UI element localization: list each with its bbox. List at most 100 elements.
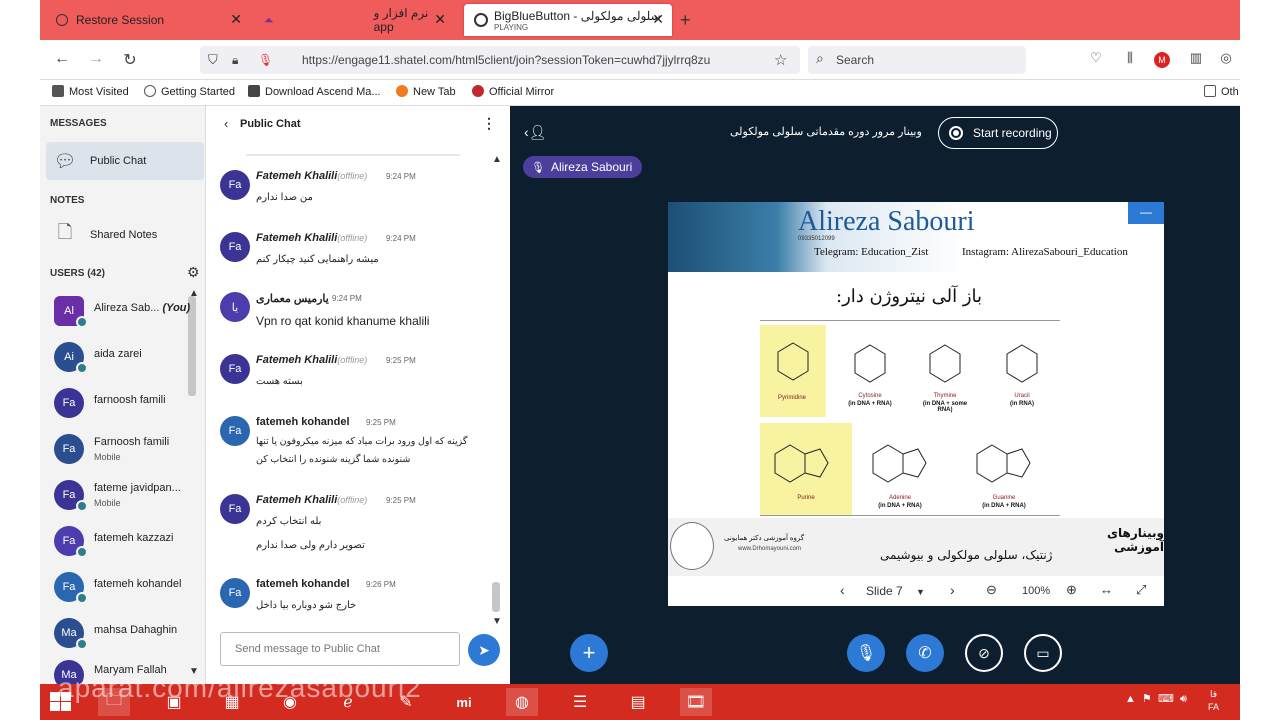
close-tab-icon[interactable]: ✕ [230, 11, 242, 28]
author-name: Fatemeh Khalili [256, 170, 338, 182]
bookmark-most-visited[interactable]: Most Visited [52, 85, 129, 98]
fit-width-icon[interactable]: ↔ [1100, 582, 1113, 597]
minimize-presentation-button[interactable]: — [1128, 202, 1164, 224]
slide-selector[interactable]: Slide 7 ▼ [866, 584, 925, 598]
user-row[interactable]: Ma mahsa Dahaghin [54, 614, 202, 654]
message-author: Fatemeh Khalili(offline) [256, 170, 367, 182]
public-chat-item[interactable]: 💬︎ Public Chat [46, 142, 204, 180]
bookmark-getting-started[interactable]: Getting Started [144, 85, 235, 98]
public-chat-label: Public Chat [90, 155, 147, 167]
audio-status-icon [76, 638, 88, 650]
base-occurrence: (in DNA + RNA) [878, 503, 922, 509]
meeting-title: وبینار مرور دوره مقدماتی سلولی مولکولی [730, 126, 922, 138]
bookmark-label: Most Visited [69, 86, 129, 98]
chat-message-input[interactable]: Send message to Public Chat [220, 632, 460, 666]
user-row[interactable]: Al Alireza Sab... (You) [54, 292, 202, 332]
base-name: Cytosine [858, 393, 882, 399]
xiaomi-icon[interactable]: mi [448, 688, 480, 716]
firefox-taskbar-icon[interactable]: ◍ [506, 688, 538, 716]
avatar: Fa [220, 416, 250, 446]
bookmark-other[interactable]: Oth [1204, 85, 1239, 98]
slide-title: باز آلی نیتروژن دار: [836, 286, 983, 307]
message-text: گزینه که اول ورود برات میاد که میزنه میک… [256, 436, 468, 447]
user-name: fatemeh kohandel [94, 578, 182, 590]
chevron-left-icon[interactable]: ‹ [224, 116, 228, 131]
user-row[interactable]: Fa fatemeh kazzazi [54, 522, 202, 562]
pocket-icon[interactable]: ♡ [1086, 50, 1106, 66]
system-tray-icons[interactable]: ▲ ⚑ ⌨ 🔊︎ [1125, 692, 1187, 706]
notes-heading: NOTES [50, 195, 85, 206]
video-editor-icon[interactable]: 🎞︎ [680, 688, 712, 716]
message-author: fatemeh kohandel [256, 578, 350, 590]
adenine-ring [872, 444, 904, 483]
slide-author-name: Alireza Sabouri [798, 206, 975, 237]
bookmark-official-mirror[interactable]: Official Mirror [472, 85, 554, 98]
guanine-ring-5 [1006, 448, 1031, 478]
tab-app[interactable]: ⏶ نرم افزار و app ✕ [254, 4, 454, 36]
offline-label: (offline) [337, 233, 368, 243]
extension-m-icon[interactable]: M [1154, 52, 1170, 68]
pdf-app-icon[interactable]: ▤ [622, 688, 654, 716]
offline-label: (offline) [337, 355, 368, 365]
more-options-icon[interactable]: ⋮ [482, 115, 496, 132]
users-settings-gear-icon[interactable]: ⚙ [187, 264, 200, 281]
user-row[interactable]: Fa Farnoosh famili Mobile [54, 430, 202, 470]
chat-scroll-down-icon[interactable]: ▼ [492, 616, 502, 627]
chat-message: Fa fatemeh kohandel 9:25 PM گزینه که اول… [220, 416, 490, 480]
mirror-icon [472, 85, 484, 97]
chat-scrollbar[interactable] [492, 582, 500, 612]
user-row[interactable]: Fa fatemeh kohandel [54, 568, 202, 608]
camera-off-icon: ⊘ [978, 644, 990, 661]
audio-status-icon [76, 500, 88, 512]
bookmark-download-ascend[interactable]: Download Ascend Ma... [248, 85, 381, 98]
message-time: 9:25 PM [366, 418, 396, 427]
zoom-in-icon[interactable]: ⊕ [1066, 582, 1077, 598]
presentation-area: ‹👤︎ وبینار مرور دوره مقدماتی سلولی مولکو… [510, 106, 1240, 684]
chat-scroll-up-icon[interactable]: ▲ [492, 154, 502, 165]
back-icon[interactable]: ← [52, 50, 72, 68]
screen-share-button[interactable]: ▭ [1024, 634, 1062, 672]
library-icon[interactable]: ⫼ [1120, 50, 1140, 66]
forward-icon[interactable]: → [86, 50, 106, 68]
chat-message: Fa Fatemeh Khalili(offline) 9:24 PM من ص… [220, 170, 490, 214]
bookmark-new-tab[interactable]: New Tab [396, 85, 456, 98]
url-bar[interactable]: ⛉ 🔒︎ 🎙︎ https://engage11.shatel.com/html… [200, 46, 800, 74]
tab-bigbluebutton[interactable]: BigBlueButton - سلولی مولکولی PLAYING ✕ [464, 4, 672, 36]
guanine-ring [976, 444, 1008, 483]
pyrimidine-label: Pyrimidine [777, 395, 806, 401]
next-slide-icon[interactable]: › [950, 582, 955, 598]
fullscreen-icon[interactable]: ⤢ [1136, 582, 1146, 598]
chat-message: Fa Fatemeh Khalili(offline) 9:25 PM بسته… [220, 354, 490, 398]
message-time: 9:24 PM [386, 172, 416, 181]
adenine-ring-5 [902, 448, 927, 478]
globe-icon[interactable]: ◎ [1216, 50, 1236, 66]
bookmark-star-icon[interactable]: ☆ [774, 51, 787, 69]
user-row[interactable]: Ai aida zarei [54, 338, 202, 378]
keyboard-language[interactable]: فا FA [1208, 688, 1219, 714]
reload-icon[interactable]: ↻ [120, 50, 140, 70]
author-name: Fatemeh Khalili [256, 354, 338, 366]
tab-restore-session[interactable]: Restore Session ✕ [46, 4, 250, 36]
start-recording-button[interactable]: Start recording [938, 117, 1058, 149]
close-tab-icon[interactable]: ✕ [434, 11, 446, 28]
user-row[interactable]: Fa fateme javidpan... Mobile [54, 476, 202, 516]
send-message-button[interactable]: ➤ [468, 634, 500, 666]
previous-slide-icon[interactable]: ‹ [840, 582, 845, 598]
chat-message: Fa Fatemeh Khalili(offline) 9:25 PM بله … [220, 494, 490, 558]
offline-label: (offline) [337, 495, 368, 505]
notes-app-icon[interactable]: ☰ [564, 688, 596, 716]
actions-plus-button[interactable]: + [570, 634, 608, 672]
new-tab-icon[interactable]: + [680, 10, 691, 31]
user-list-toggle-icon[interactable]: ‹👤︎ [524, 124, 546, 141]
user-device: Mobile [94, 498, 121, 508]
close-tab-icon[interactable]: ✕ [652, 11, 664, 28]
zoom-out-icon[interactable]: ⊖ [986, 582, 997, 598]
audio-phone-button[interactable]: ✆ [906, 634, 944, 672]
webcam-button[interactable]: ⊘ [965, 634, 1003, 672]
globe-icon [144, 85, 156, 97]
sidebar-toggle-icon[interactable]: ▥ [1186, 50, 1206, 66]
shared-notes-item[interactable]: 🗋︎ Shared Notes [46, 216, 204, 254]
microphone-button[interactable]: 🎙︎ [847, 634, 885, 672]
search-field[interactable]: ⌕ Search [808, 46, 1026, 74]
user-row[interactable]: Fa farnoosh famili [54, 384, 202, 424]
